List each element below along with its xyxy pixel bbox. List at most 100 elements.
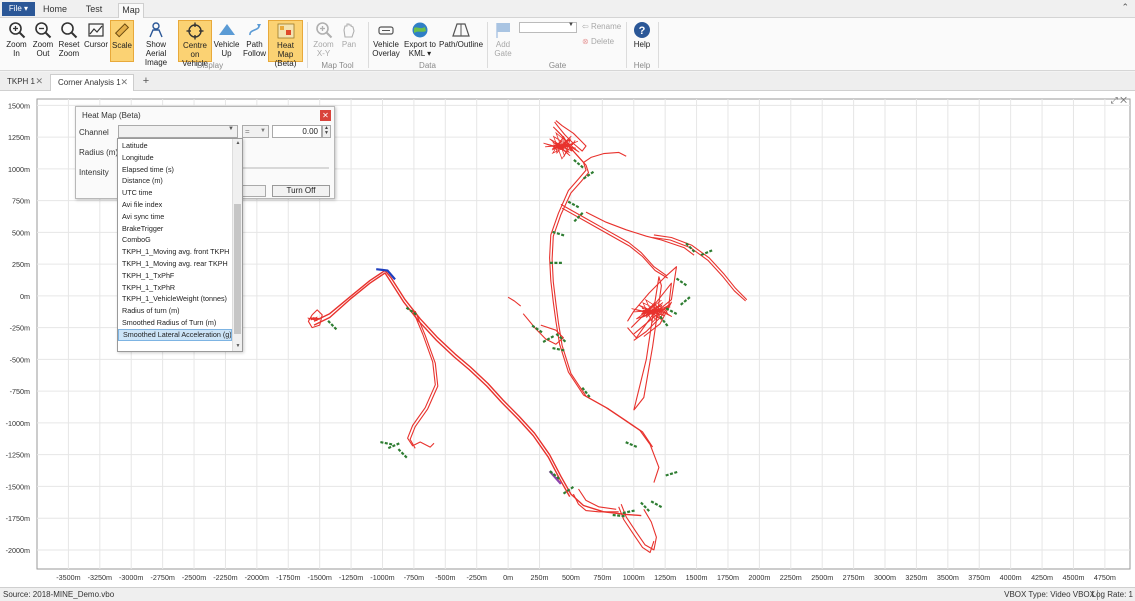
channel-option[interactable]: Radius of turn (m) — [118, 305, 232, 317]
crosshair-icon — [186, 22, 204, 40]
gate-marker — [640, 501, 650, 512]
x-tick-label: -750m — [404, 573, 424, 582]
x-tick-label: 3750m — [968, 573, 990, 582]
help-button[interactable]: ? Help — [630, 20, 654, 62]
channel-option[interactable]: TKPH_1_Moving avg. front TKPH — [118, 246, 232, 258]
x-tick-label: 4250m — [1031, 573, 1053, 582]
show-aerial-image-button[interactable]: Show Aerial Image — [136, 20, 176, 67]
reset-zoom-button[interactable]: Reset Zoom — [56, 20, 82, 62]
tab-home[interactable]: Home — [40, 3, 70, 18]
operator-select[interactable]: = ▼ — [242, 125, 269, 138]
doc-tab-tkph-1[interactable]: TKPH 1 ✕ — [0, 74, 48, 91]
hand-icon — [343, 23, 355, 38]
spin-down-icon[interactable]: ▼ — [323, 131, 330, 136]
channel-option[interactable]: Longitude — [118, 152, 232, 164]
track-path — [549, 126, 660, 483]
path-outline-button[interactable]: Path/Outline — [439, 20, 483, 62]
channel-option[interactable]: Elapsed time (s) — [118, 164, 232, 176]
delete-gate-button[interactable]: ⊗ Delete — [582, 37, 614, 46]
zoom-out-button[interactable]: Zoom Out — [30, 20, 56, 62]
file-menu-button[interactable]: File ▾ — [2, 2, 35, 16]
channel-dropdown-list[interactable]: ▲ ▼ Latitude Longitude Elapsed time (s) Dis… — [117, 138, 243, 352]
turn-off-button[interactable]: Turn Off — [272, 185, 330, 197]
doc-tab-corner-analysis-1[interactable]: Corner Analysis 1 ✕ — [50, 74, 134, 91]
cursor-button[interactable]: Cursor — [83, 20, 109, 62]
y-tick-label: 0m — [20, 292, 30, 301]
tab-map[interactable]: Map — [118, 3, 144, 18]
x-tick-label: 250m — [531, 573, 549, 582]
y-tick-label: -500m — [10, 355, 30, 364]
scroll-up-icon[interactable]: ▲ — [233, 140, 243, 146]
vehicle-up-button[interactable]: Vehicle Up — [213, 20, 240, 62]
export-kml-button[interactable]: Export to KML ▾ — [403, 20, 437, 62]
channel-option[interactable]: Smoothed Lateral Acceleration (g) — [118, 328, 232, 341]
track-path — [583, 151, 627, 163]
rename-gate-button[interactable]: ⇦ Rename — [582, 22, 621, 31]
chevron-down-icon: ▼ — [228, 126, 234, 132]
gate-select[interactable]: ▼ — [519, 22, 577, 33]
chevron-down-icon: ▼ — [568, 22, 574, 28]
x-tick-label: 2000m — [748, 573, 770, 582]
y-tick-label: -250m — [10, 324, 30, 333]
vehicle-overlay-icon — [378, 26, 394, 35]
channel-option[interactable]: TKPH_1_Moving avg. rear TKPH — [118, 258, 232, 270]
close-icon[interactable]: ✕ — [35, 74, 43, 89]
zoom-xy-button[interactable]: Zoom X-Y — [311, 20, 336, 62]
dropdown-scrollbar[interactable]: ▲ ▼ — [232, 139, 242, 351]
rename-icon: ⇦ — [582, 22, 589, 31]
add-gate-button[interactable]: Add Gate — [490, 20, 516, 62]
gate-marker — [567, 200, 580, 209]
gate-markers — [327, 159, 713, 518]
track-path — [313, 272, 571, 497]
gate-marker — [679, 296, 691, 306]
zoom-xy-icon — [315, 22, 332, 39]
ruler-icon — [114, 23, 130, 38]
centre-on-vehicle-button[interactable]: Centre on Vehicle — [178, 20, 212, 68]
x-tick-label: 3250m — [905, 573, 927, 582]
path-follow-button[interactable]: Path Follow — [241, 20, 268, 62]
x-tick-label: 3500m — [937, 573, 959, 582]
x-tick-label: 3000m — [874, 573, 896, 582]
x-tick-label: -2250m — [213, 573, 237, 582]
triangle-up-icon — [218, 24, 235, 35]
heat-map-button[interactable]: Heat Map (Beta) — [268, 20, 303, 68]
person-icon — [149, 22, 163, 38]
vehicle-overlay-button[interactable]: Vehicle Overlay — [371, 20, 401, 62]
channel-option[interactable]: TKPH_1_TxPhF — [118, 270, 232, 282]
zoom-in-button[interactable]: Zoom In — [3, 20, 30, 62]
channel-option[interactable]: ComboG — [118, 234, 232, 246]
tab-test-setup[interactable]: Test Setup — [73, 3, 115, 27]
close-icon[interactable]: ✕ — [120, 75, 128, 90]
x-axis-ticks: -3500m -3250m -3000m -2750m -2500m -2250m -200… — [56, 573, 1116, 582]
x-tick-label: -1000m — [370, 573, 394, 582]
close-icon[interactable]: ✕ — [320, 110, 331, 121]
scroll-down-icon[interactable]: ▼ — [233, 343, 243, 349]
help-icon: ? — [634, 22, 650, 38]
threshold-value-input[interactable]: 0.00 — [272, 125, 322, 138]
channel-option[interactable]: BrakeTrigger — [118, 223, 232, 235]
scrollbar-thumb[interactable] — [234, 204, 241, 334]
channel-option[interactable]: Avi file index — [118, 199, 232, 211]
channel-option[interactable]: Latitude — [118, 140, 232, 152]
channel-option[interactable]: Avi sync time — [118, 211, 232, 223]
scale-button[interactable]: Scale — [110, 20, 134, 62]
channel-select[interactable]: ▼ — [118, 125, 238, 138]
gate-marker — [612, 513, 625, 518]
channel-option[interactable]: Distance (m) — [118, 175, 232, 187]
y-tick-label: 750m — [12, 197, 30, 206]
add-tab-button[interactable]: + — [137, 74, 155, 91]
channel-option[interactable]: Smoothed Radius of Turn (m) — [118, 317, 232, 329]
view-controls[interactable]: ⤢ ✕ — [1110, 95, 1127, 106]
apply-button[interactable] — [241, 185, 266, 197]
value-spinner[interactable]: ▲ ▼ — [322, 125, 331, 138]
y-tick-label: 1000m — [8, 165, 30, 174]
channel-option[interactable]: TKPH_1_VehicleWeight (tonnes) — [118, 293, 232, 305]
pan-button[interactable]: Pan — [338, 20, 360, 62]
gate-marker — [650, 500, 663, 509]
ribbon-collapse-icon[interactable]: ⌃ — [1121, 2, 1129, 13]
track-path — [313, 269, 642, 517]
intensity-slider[interactable] — [241, 167, 329, 169]
channel-option[interactable]: UTC time — [118, 187, 232, 199]
channel-option[interactable]: TKPH_1_TxPhR — [118, 282, 232, 294]
group-label-map-tool: Map Tool — [321, 61, 354, 70]
